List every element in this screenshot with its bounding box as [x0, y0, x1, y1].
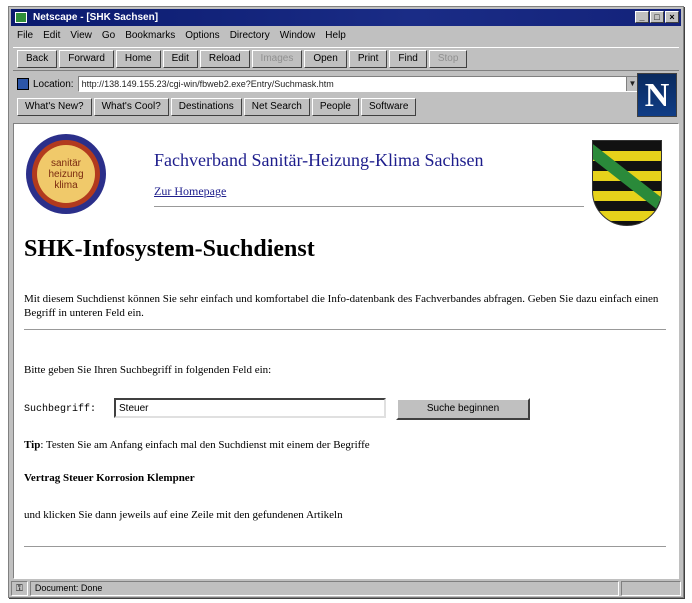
home-button[interactable]: Home: [115, 50, 161, 68]
menu-file[interactable]: File: [17, 28, 33, 44]
open-button[interactable]: Open: [304, 50, 347, 68]
menu-bar: File Edit View Go Bookmarks Options Dire…: [13, 28, 679, 44]
search-button[interactable]: Suche beginnen: [396, 398, 530, 420]
back-button[interactable]: Back: [17, 50, 58, 68]
netscape-logo[interactable]: N: [637, 73, 677, 117]
tip-label: Tip: [24, 439, 41, 451]
find-button[interactable]: Find: [389, 50, 427, 68]
menu-directory[interactable]: Directory: [230, 28, 270, 44]
menu-window[interactable]: Window: [280, 28, 316, 44]
homepage-link[interactable]: Zur Homepage: [154, 184, 226, 199]
directory-buttons: What's New? What's Cool? Destinations Ne…: [17, 98, 417, 116]
net-search-button[interactable]: Net Search: [243, 98, 310, 116]
whats-new-button[interactable]: What's New?: [17, 98, 92, 116]
menu-bookmarks[interactable]: Bookmarks: [125, 28, 175, 44]
search-input[interactable]: [114, 398, 386, 418]
close-button[interactable]: ×: [665, 11, 679, 23]
logo-line-1: sanitär: [50, 157, 81, 169]
netscape-app-icon: [15, 12, 27, 23]
header-divider: [154, 206, 584, 207]
example-terms: Vertrag Steuer Korrosion Klempner: [24, 472, 195, 484]
page-content: sanitär heizung klima Fachverband Sanitä…: [13, 123, 679, 579]
stop-button[interactable]: Stop: [428, 50, 468, 68]
intro-text: Mit diesem Suchdienst können Sie sehr ei…: [24, 293, 659, 319]
browser-window: Netscape - [SHK Sachsen] _ □ × File Edit…: [8, 6, 684, 598]
software-button[interactable]: Software: [360, 98, 417, 116]
location-url: http://138.149.155.23/cgi-win/fbweb2.exe…: [81, 79, 334, 89]
progress-segment: [621, 581, 681, 596]
people-button[interactable]: People: [311, 98, 359, 116]
logo-line-2: heizung: [48, 168, 84, 180]
org-title: Fachverband Sanitär-Heizung-Klima Sachse…: [154, 150, 484, 170]
search-label: Suchbegriff:: [24, 404, 97, 415]
bookmark-page-icon[interactable]: [17, 78, 29, 90]
location-url-field[interactable]: http://138.149.155.23/cgi-win/fbweb2.exe…: [77, 76, 639, 92]
divider: [24, 546, 666, 547]
forward-button[interactable]: Forward: [59, 50, 114, 68]
menu-help[interactable]: Help: [325, 28, 346, 44]
outro-text: und klicken Sie dann jeweils auf eine Ze…: [24, 509, 343, 521]
title-bar: Netscape - [SHK Sachsen] _ □ ×: [11, 9, 681, 26]
security-key-icon: ⚿: [11, 581, 28, 596]
divider: [24, 329, 666, 330]
tip-text: Tip: Testen Sie am Anfang einfach mal de…: [24, 439, 370, 451]
reload-button[interactable]: Reload: [199, 50, 250, 68]
menu-view[interactable]: View: [70, 28, 92, 44]
location-bar: Location: http://138.149.155.23/cgi-win/…: [13, 75, 639, 93]
print-button[interactable]: Print: [348, 50, 388, 68]
saxony-crest-icon: [592, 140, 662, 226]
window-title: Netscape - [SHK Sachsen]: [33, 12, 159, 23]
search-prompt: Bitte geben Sie Ihren Suchbegriff in fol…: [24, 364, 272, 376]
logo-line-3: klima: [54, 179, 78, 191]
menu-edit[interactable]: Edit: [43, 28, 60, 44]
maximize-button[interactable]: □: [650, 11, 664, 23]
shk-logo: sanitär heizung klima: [26, 134, 106, 214]
status-bar: ⚿ Document: Done: [11, 581, 681, 596]
minimize-button[interactable]: _: [635, 11, 649, 23]
menu-go[interactable]: Go: [102, 28, 115, 44]
destinations-button[interactable]: Destinations: [170, 98, 242, 116]
tip-body: : Testen Sie am Anfang einfach mal den S…: [40, 439, 370, 451]
images-button[interactable]: Images: [251, 50, 303, 68]
menu-options[interactable]: Options: [185, 28, 219, 44]
edit-button[interactable]: Edit: [162, 50, 198, 68]
location-label: Location:: [33, 78, 74, 90]
whats-cool-button[interactable]: What's Cool?: [93, 98, 169, 116]
page-title: SHK-Infosystem-Suchdienst: [24, 236, 315, 262]
navigation-toolbar: Back Forward Home Edit Reload Images Ope…: [13, 47, 679, 71]
status-text: Document: Done: [29, 581, 619, 596]
